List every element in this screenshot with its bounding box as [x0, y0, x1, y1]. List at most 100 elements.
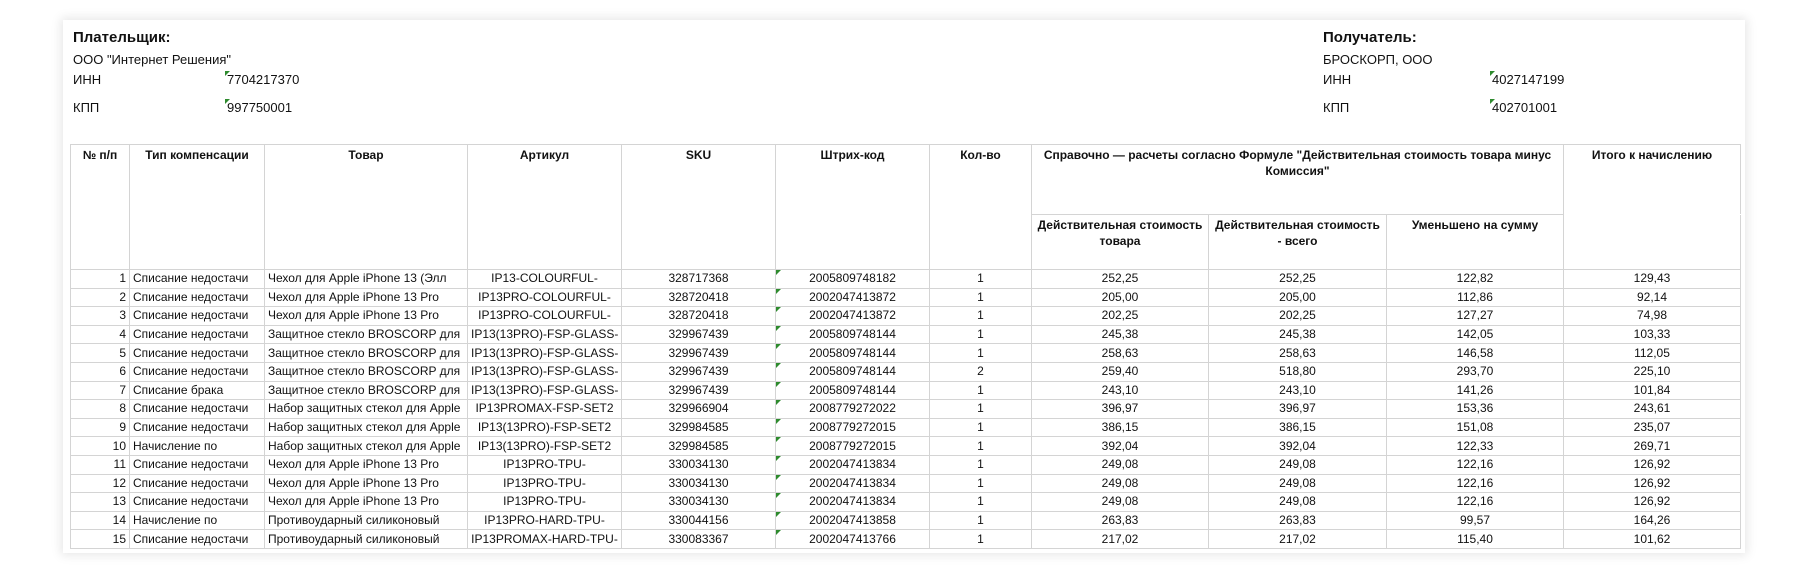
article-cell[interactable]: IP13PRO-HARD-TPU-	[467, 510, 622, 531]
product-cell[interactable]: Противоударный силиконовый	[264, 510, 468, 531]
reduced-cell[interactable]: 115,40	[1386, 529, 1564, 549]
barcode-cell[interactable]: 2002047413834	[775, 473, 930, 494]
compensation-type-cell[interactable]: Списание недостачи	[129, 361, 265, 382]
compensation-type-cell[interactable]: Списание недостачи	[129, 399, 265, 419]
article-cell[interactable]: IP13(13PRO)-FSP-SET2	[467, 436, 622, 456]
qty-cell[interactable]: 1	[929, 492, 1032, 512]
barcode-cell[interactable]: 2002047413872	[775, 306, 930, 326]
recipient-kpp-value[interactable]: 402701001	[1490, 99, 1557, 115]
reduced-cell[interactable]: 151,08	[1386, 417, 1564, 438]
qty-cell[interactable]: 2	[929, 361, 1032, 382]
total-cell[interactable]: 129,43	[1563, 269, 1741, 289]
reduced-cell[interactable]: 153,36	[1386, 399, 1564, 419]
actual-price-cell[interactable]: 245,38	[1031, 324, 1209, 345]
reduced-cell[interactable]: 122,16	[1386, 454, 1564, 475]
barcode-cell[interactable]: 2002047413872	[775, 287, 930, 308]
total-cell[interactable]: 235,07	[1563, 417, 1741, 438]
compensation-type-cell[interactable]: Начисление по	[129, 436, 265, 456]
actual-total-cell[interactable]: 258,63	[1208, 343, 1387, 363]
actual-price-cell[interactable]: 396,97	[1031, 399, 1209, 419]
row-number[interactable]: 3	[70, 306, 130, 326]
barcode-cell[interactable]: 2005809748144	[775, 324, 930, 345]
reduced-cell[interactable]: 122,16	[1386, 473, 1564, 494]
total-cell[interactable]: 126,92	[1563, 492, 1741, 512]
article-cell[interactable]: IP13PRO-COLOURFUL-	[467, 287, 622, 308]
product-cell[interactable]: Чехол для Apple iPhone 13 Pro	[264, 473, 468, 494]
actual-total-cell[interactable]: 245,38	[1208, 324, 1387, 345]
header-actual-total[interactable]: Действительная стоимость - всего	[1208, 214, 1387, 270]
qty-cell[interactable]: 1	[929, 399, 1032, 419]
row-number[interactable]: 9	[70, 417, 130, 438]
qty-cell[interactable]: 1	[929, 510, 1032, 531]
row-number[interactable]: 1	[70, 269, 130, 289]
reduced-cell[interactable]: 122,82	[1386, 269, 1564, 289]
row-number[interactable]: 5	[70, 343, 130, 363]
reduced-cell[interactable]: 146,58	[1386, 343, 1564, 363]
reduced-cell[interactable]: 122,16	[1386, 492, 1564, 512]
reduced-cell[interactable]: 141,26	[1386, 380, 1564, 401]
article-cell[interactable]: IP13PRO-COLOURFUL-	[467, 306, 622, 326]
product-cell[interactable]: Защитное стекло BROSCORP для	[264, 324, 468, 345]
actual-price-cell[interactable]: 259,40	[1031, 361, 1209, 382]
actual-price-cell[interactable]: 205,00	[1031, 287, 1209, 308]
barcode-cell[interactable]: 2002047413766	[775, 529, 930, 549]
compensation-type-cell[interactable]: Списание недостачи	[129, 492, 265, 512]
total-cell[interactable]: 92,14	[1563, 287, 1741, 308]
reduced-cell[interactable]: 112,86	[1386, 287, 1564, 308]
total-cell[interactable]: 269,71	[1563, 436, 1741, 456]
total-cell[interactable]: 225,10	[1563, 361, 1741, 382]
qty-cell[interactable]: 1	[929, 529, 1032, 549]
barcode-cell[interactable]: 2005809748144	[775, 343, 930, 363]
product-cell[interactable]: Набор защитных стекол для Apple	[264, 417, 468, 438]
total-cell[interactable]: 112,05	[1563, 343, 1741, 363]
row-number[interactable]: 7	[70, 380, 130, 401]
article-cell[interactable]: IP13(13PRO)-FSP-GLASS-	[467, 361, 622, 382]
sku-cell[interactable]: 329966904	[621, 399, 776, 419]
sku-cell[interactable]: 328720418	[621, 306, 776, 326]
article-cell[interactable]: IP13PROMAX-HARD-TPU-	[467, 529, 622, 549]
product-cell[interactable]: Противоударный силиконовый	[264, 529, 468, 549]
actual-total-cell[interactable]: 518,80	[1208, 361, 1387, 382]
sku-cell[interactable]: 329967439	[621, 324, 776, 345]
actual-price-cell[interactable]: 252,25	[1031, 269, 1209, 289]
qty-cell[interactable]: 1	[929, 269, 1032, 289]
article-cell[interactable]: IP13PRO-TPU-	[467, 473, 622, 494]
sku-cell[interactable]: 330044156	[621, 510, 776, 531]
actual-price-cell[interactable]: 243,10	[1031, 380, 1209, 401]
header-type[interactable]: Тип компенсации	[129, 144, 265, 270]
compensation-type-cell[interactable]: Списание недостачи	[129, 529, 265, 549]
actual-total-cell[interactable]: 249,08	[1208, 492, 1387, 512]
header-barcode[interactable]: Штрих-код	[775, 144, 930, 270]
barcode-cell[interactable]: 2005809748144	[775, 361, 930, 382]
sku-cell[interactable]: 330083367	[621, 529, 776, 549]
barcode-cell[interactable]: 2002047413858	[775, 510, 930, 531]
row-number[interactable]: 10	[70, 436, 130, 456]
header-reference[interactable]: Справочно — расчеты согласно Формуле "Де…	[1031, 144, 1564, 215]
compensation-type-cell[interactable]: Списание недостачи	[129, 269, 265, 289]
sku-cell[interactable]: 329967439	[621, 380, 776, 401]
article-cell[interactable]: IP13(13PRO)-FSP-GLASS-	[467, 380, 622, 401]
qty-cell[interactable]: 1	[929, 473, 1032, 494]
sku-cell[interactable]: 329967439	[621, 343, 776, 363]
actual-total-cell[interactable]: 205,00	[1208, 287, 1387, 308]
actual-total-cell[interactable]: 202,25	[1208, 306, 1387, 326]
actual-price-cell[interactable]: 217,02	[1031, 529, 1209, 549]
article-cell[interactable]: IP13PRO-TPU-	[467, 492, 622, 512]
reduced-cell[interactable]: 127,27	[1386, 306, 1564, 326]
barcode-cell[interactable]: 2005809748144	[775, 380, 930, 401]
actual-price-cell[interactable]: 202,25	[1031, 306, 1209, 326]
compensation-type-cell[interactable]: Списание недостачи	[129, 454, 265, 475]
sku-cell[interactable]: 329967439	[621, 361, 776, 382]
actual-total-cell[interactable]: 217,02	[1208, 529, 1387, 549]
header-product[interactable]: Товар	[264, 144, 468, 270]
row-number[interactable]: 8	[70, 399, 130, 419]
recipient-inn-value[interactable]: 4027147199	[1490, 71, 1564, 87]
product-cell[interactable]: Защитное стекло BROSCORP для	[264, 380, 468, 401]
compensation-type-cell[interactable]: Списание брака	[129, 380, 265, 401]
payer-kpp-value[interactable]: 997750001	[225, 99, 292, 115]
barcode-cell[interactable]: 2005809748182	[775, 269, 930, 289]
row-number[interactable]: 12	[70, 473, 130, 494]
product-cell[interactable]: Чехол для Apple iPhone 13 (Элл	[264, 269, 468, 289]
total-cell[interactable]: 126,92	[1563, 454, 1741, 475]
sku-cell[interactable]: 330034130	[621, 492, 776, 512]
